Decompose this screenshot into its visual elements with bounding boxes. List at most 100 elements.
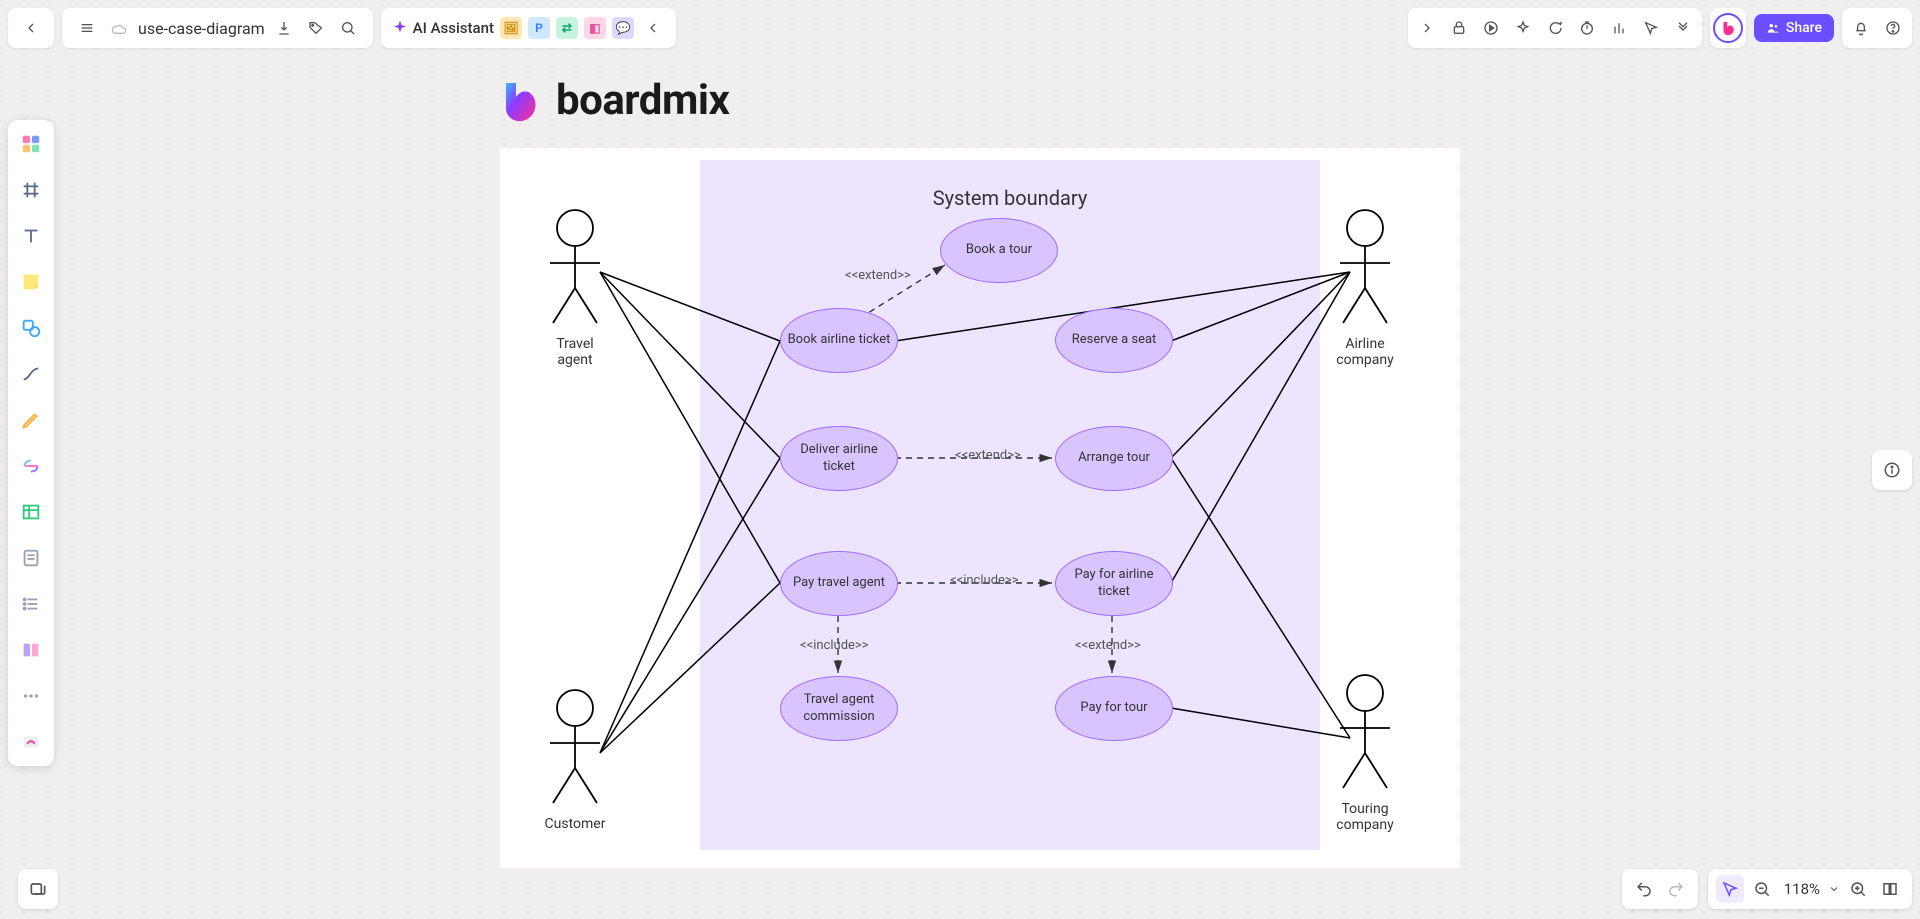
logo-text: boardmix — [556, 76, 729, 125]
label-extend-1: <<extend>> — [845, 268, 911, 283]
usecase-pay-tour[interactable]: Pay for tour — [1055, 676, 1173, 741]
back-group — [8, 8, 54, 48]
left-toolbar — [8, 120, 54, 766]
layers-icon — [28, 879, 48, 899]
tool-table[interactable] — [15, 496, 47, 528]
menu-button[interactable] — [74, 15, 100, 41]
share-button[interactable]: Share — [1754, 14, 1834, 42]
cursor-mode[interactable] — [1716, 875, 1744, 903]
history-group — [1622, 869, 1698, 909]
usecase-book-tour[interactable]: Book a tour — [940, 218, 1058, 283]
tool-grid[interactable] — [15, 634, 47, 666]
ai-assistant-button[interactable]: AI Assistant — [391, 19, 494, 37]
actor-travel-agent[interactable]: Travel agent — [540, 208, 610, 368]
usecase-reserve-seat[interactable]: Reserve a seat — [1055, 308, 1173, 373]
zoom-group: 118% — [1708, 869, 1912, 909]
ai-chip-image[interactable]: 🖼 — [500, 17, 522, 39]
actor-label: Airline company — [1330, 336, 1400, 368]
info-button[interactable] — [1872, 450, 1912, 490]
redo-button[interactable] — [1662, 875, 1690, 903]
actor-customer[interactable]: Customer — [540, 688, 610, 832]
tag-button[interactable] — [303, 15, 329, 41]
people-icon — [1766, 21, 1780, 35]
actor-label: Touring company — [1330, 801, 1400, 833]
stick-figure-icon — [545, 688, 605, 808]
stick-figure-icon — [1335, 673, 1395, 793]
download-button[interactable] — [271, 15, 297, 41]
sparkle-button[interactable] — [1510, 15, 1536, 41]
undo-button[interactable] — [1630, 875, 1658, 903]
logo-icon — [500, 79, 544, 123]
search-button[interactable] — [335, 15, 361, 41]
user-avatar[interactable] — [1713, 13, 1743, 43]
tool-sticky[interactable] — [15, 266, 47, 298]
usecase-pay-ticket[interactable]: Pay for airline ticket — [1055, 551, 1173, 616]
more-chevron[interactable] — [1670, 15, 1696, 41]
help-button[interactable] — [1880, 15, 1906, 41]
ai-chip-p[interactable]: P — [528, 17, 550, 39]
usecase-pay-agent[interactable]: Pay travel agent — [780, 551, 898, 616]
chart-button[interactable] — [1606, 15, 1632, 41]
bell-button[interactable] — [1848, 15, 1874, 41]
notif-group — [1842, 8, 1912, 48]
avatar-group — [1710, 8, 1746, 48]
tool-text[interactable] — [15, 220, 47, 252]
actor-airline[interactable]: Airline company — [1330, 208, 1400, 368]
tool-select[interactable] — [15, 128, 47, 160]
timer-button[interactable] — [1574, 15, 1600, 41]
brand-logo: boardmix — [500, 76, 729, 125]
cursor-button[interactable] — [1638, 15, 1664, 41]
layers-button[interactable] — [18, 869, 58, 909]
share-label: Share — [1786, 20, 1822, 36]
label-extend-2: <<extend>> — [955, 448, 1021, 463]
bottom-right-bar: 118% — [1622, 869, 1912, 909]
back-button[interactable] — [18, 15, 44, 41]
fit-button[interactable] — [1876, 875, 1904, 903]
tool-list[interactable] — [15, 588, 47, 620]
title-group: use-case-diagram — [62, 8, 373, 48]
boundary-title: System boundary — [700, 186, 1320, 210]
label-include-1: <<include>> — [950, 573, 1019, 588]
zoom-value[interactable]: 118% — [1780, 880, 1824, 898]
top-bar: use-case-diagram AI Assistant 🖼 P ⇄ ◧ 💬 — [8, 8, 1912, 48]
tool-connector[interactable] — [15, 358, 47, 390]
ai-sparkle-icon — [391, 19, 409, 37]
tool-shape[interactable] — [15, 312, 47, 344]
ai-chip-mind[interactable]: ◧ — [584, 17, 606, 39]
info-icon — [1883, 461, 1901, 479]
actions-group — [1408, 8, 1702, 48]
usecase-book-ticket[interactable]: Book airline ticket — [780, 308, 898, 373]
tool-mindmap[interactable] — [15, 450, 47, 482]
play-button[interactable] — [1478, 15, 1504, 41]
ai-chevron[interactable] — [640, 15, 666, 41]
usecase-agent-commission[interactable]: Travel agent commission — [780, 676, 898, 741]
stick-figure-icon — [1335, 208, 1395, 328]
chat-button[interactable] — [1542, 15, 1568, 41]
actor-touring[interactable]: Touring company — [1330, 673, 1400, 833]
ai-label-text: AI Assistant — [413, 19, 494, 37]
label-extend-3: <<extend>> — [1075, 638, 1141, 653]
tool-more[interactable] — [15, 680, 47, 712]
tool-pen[interactable] — [15, 404, 47, 436]
tool-frame[interactable] — [15, 174, 47, 206]
diagram-card[interactable]: System boundary Book a tour — [500, 148, 1460, 868]
tool-templates[interactable] — [15, 726, 47, 758]
stick-figure-icon — [545, 208, 605, 328]
zoom-out-button[interactable] — [1748, 875, 1776, 903]
chevron-down-icon[interactable] — [1828, 883, 1840, 895]
document-title[interactable]: use-case-diagram — [138, 19, 265, 38]
usecase-deliver-ticket[interactable]: Deliver airline ticket — [780, 426, 898, 491]
lock-button[interactable] — [1446, 15, 1472, 41]
label-include-2: <<include>> — [800, 638, 869, 653]
actor-label: Customer — [540, 816, 610, 832]
ai-assistant-group: AI Assistant 🖼 P ⇄ ◧ 💬 — [381, 8, 676, 48]
actor-label: Travel agent — [540, 336, 610, 368]
ai-chip-flow[interactable]: ⇄ — [556, 17, 578, 39]
logo-small-icon — [1719, 19, 1737, 37]
cloud-icon — [106, 15, 132, 41]
zoom-in-button[interactable] — [1844, 875, 1872, 903]
usecase-arrange-tour[interactable]: Arrange tour — [1055, 426, 1173, 491]
tool-doc[interactable] — [15, 542, 47, 574]
expand-button[interactable] — [1414, 15, 1440, 41]
ai-chip-chat[interactable]: 💬 — [612, 17, 634, 39]
